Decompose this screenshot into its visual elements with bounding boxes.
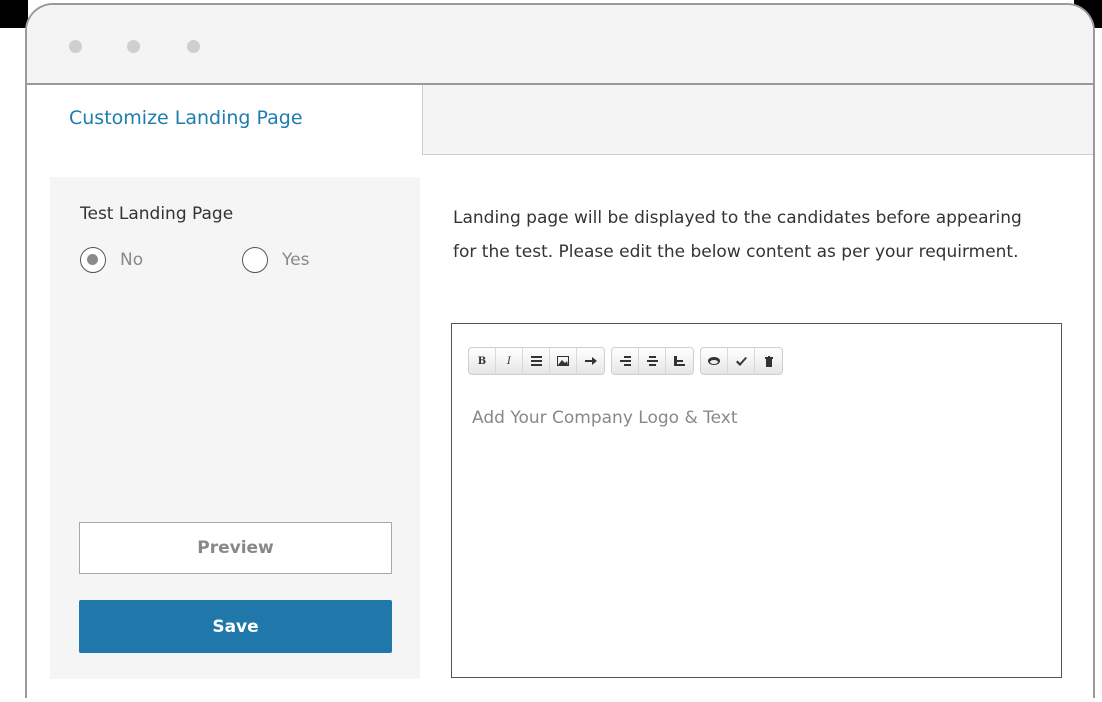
check-icon[interactable]: [728, 348, 755, 374]
radio-no-circle[interactable]: [80, 247, 106, 273]
tab-customize-landing-page[interactable]: Customize Landing Page: [27, 85, 423, 155]
window-control-dot[interactable]: [69, 40, 82, 53]
test-landing-page-title: Test Landing Page: [80, 204, 234, 224]
bold-button[interactable]: B: [469, 348, 496, 374]
tab-label: Customize Landing Page: [69, 107, 303, 129]
rich-text-editor[interactable]: B I Add Your Company Logo & Text: [451, 323, 1062, 678]
radio-no[interactable]: No: [80, 247, 143, 273]
align-right-icon[interactable]: [666, 348, 693, 374]
left-panel: Test Landing Page No Yes Preview Save: [50, 177, 420, 679]
list-icon[interactable]: [523, 348, 550, 374]
toolbar-group-actions: [700, 347, 783, 375]
preview-button[interactable]: Preview: [79, 522, 392, 574]
corner-background: [0, 0, 28, 28]
tab-bar: Customize Landing Page: [27, 85, 1093, 155]
align-center-icon[interactable]: [639, 348, 666, 374]
eye-icon[interactable]: [701, 348, 728, 374]
toolbar-group-format: B I: [468, 347, 605, 375]
align-left-icon[interactable]: [612, 348, 639, 374]
save-button[interactable]: Save: [79, 600, 392, 653]
trash-icon[interactable]: [755, 348, 782, 374]
editor-placeholder-text[interactable]: Add Your Company Logo & Text: [472, 408, 738, 428]
window-titlebar: [27, 5, 1093, 85]
landing-page-description: Landing page will be displayed to the ca…: [453, 208, 1022, 262]
radio-no-label: No: [120, 250, 144, 270]
window-control-dot[interactable]: [127, 40, 140, 53]
radio-yes-label: Yes: [282, 250, 310, 270]
browser-window: Customize Landing Page Test Landing Page…: [25, 3, 1095, 698]
window-control-dot[interactable]: [187, 40, 200, 53]
toolbar-group-align: [611, 347, 694, 375]
indent-arrow-icon[interactable]: [577, 348, 604, 374]
tab-bar-empty: [423, 85, 1093, 155]
radio-yes-circle[interactable]: [242, 247, 268, 273]
image-icon[interactable]: [550, 348, 577, 374]
italic-button[interactable]: I: [496, 348, 523, 374]
editor-toolbar: B I: [468, 347, 789, 375]
radio-yes[interactable]: Yes: [242, 247, 309, 273]
